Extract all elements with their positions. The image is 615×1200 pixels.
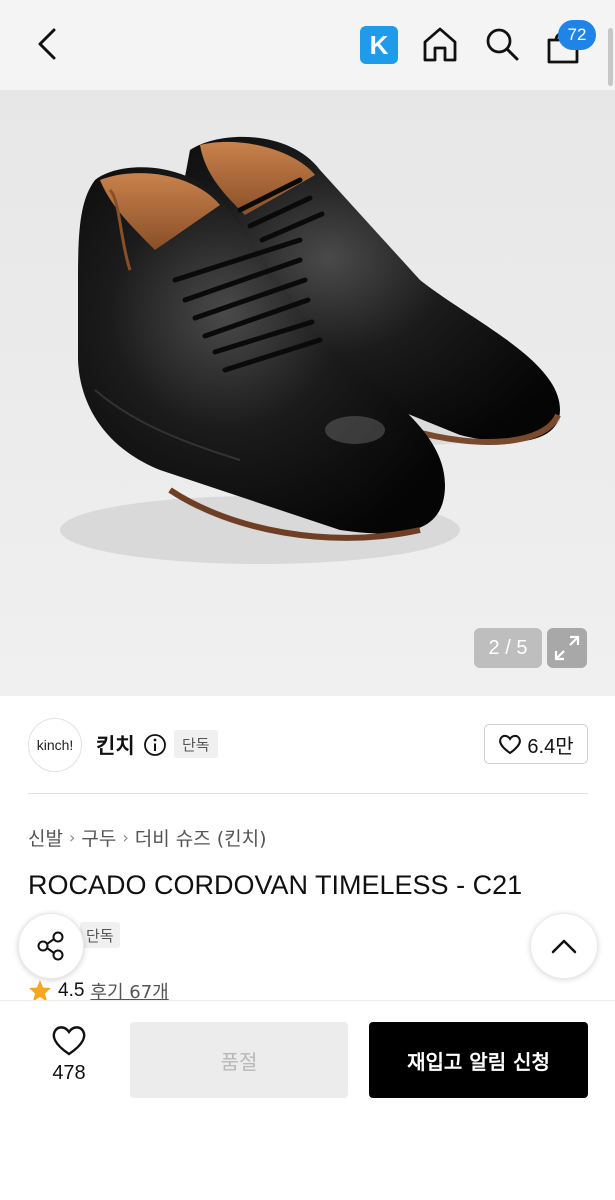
heart-icon [499, 734, 522, 755]
wish-count: 478 [52, 1062, 86, 1084]
scroll-top-button[interactable] [530, 913, 598, 979]
back-chevron-left-icon[interactable] [30, 24, 66, 64]
chevron-right-icon: › [68, 828, 76, 847]
shoe-image [60, 136, 561, 564]
info-icon[interactable] [143, 733, 167, 757]
exclusive-badge: 단독 [174, 730, 218, 758]
home-icon[interactable] [420, 24, 460, 64]
heart-icon [52, 1026, 86, 1056]
breadcrumb: 신발 › 구두 › 더비 슈즈 (킨치) [28, 824, 267, 851]
product-image[interactable] [0, 90, 615, 696]
breadcrumb-item[interactable]: 신발 [28, 824, 63, 851]
breadcrumb-item[interactable]: 더비 슈즈 (킨치) [135, 824, 267, 851]
brand-logo[interactable]: kinch! [28, 718, 82, 772]
wish-button[interactable]: 478 [38, 1024, 100, 1094]
image-counter: 2 / 5 [474, 628, 542, 668]
brand-like-count: 6.4만 [527, 735, 574, 758]
breadcrumb-item[interactable]: 구두 [81, 824, 116, 851]
top-bar [0, 0, 615, 90]
rating-value: 4.5 [58, 980, 85, 1001]
scrollbar[interactable] [608, 28, 613, 86]
product-title: ROCADO CORDOVAN TIMELESS - C21 [28, 870, 523, 900]
chevron-right-icon: › [122, 828, 129, 847]
divider [28, 793, 588, 794]
soldout-button: 품절 [130, 1022, 348, 1098]
brand-like-button[interactable]: 6.4만 [484, 724, 588, 764]
expand-icon[interactable] [547, 628, 587, 668]
cart-count-badge: 72 [558, 20, 596, 50]
share-button[interactable] [18, 913, 84, 979]
search-icon[interactable] [482, 24, 522, 64]
k-app-icon[interactable]: K [360, 26, 398, 64]
product-exclusive-badge: 단독 [80, 922, 120, 948]
chevron-up-icon [551, 939, 577, 954]
restock-alert-button[interactable]: 재입고 알림 신청 [369, 1022, 588, 1098]
share-icon [37, 931, 64, 961]
brand-name[interactable]: 킨치 [96, 730, 135, 760]
